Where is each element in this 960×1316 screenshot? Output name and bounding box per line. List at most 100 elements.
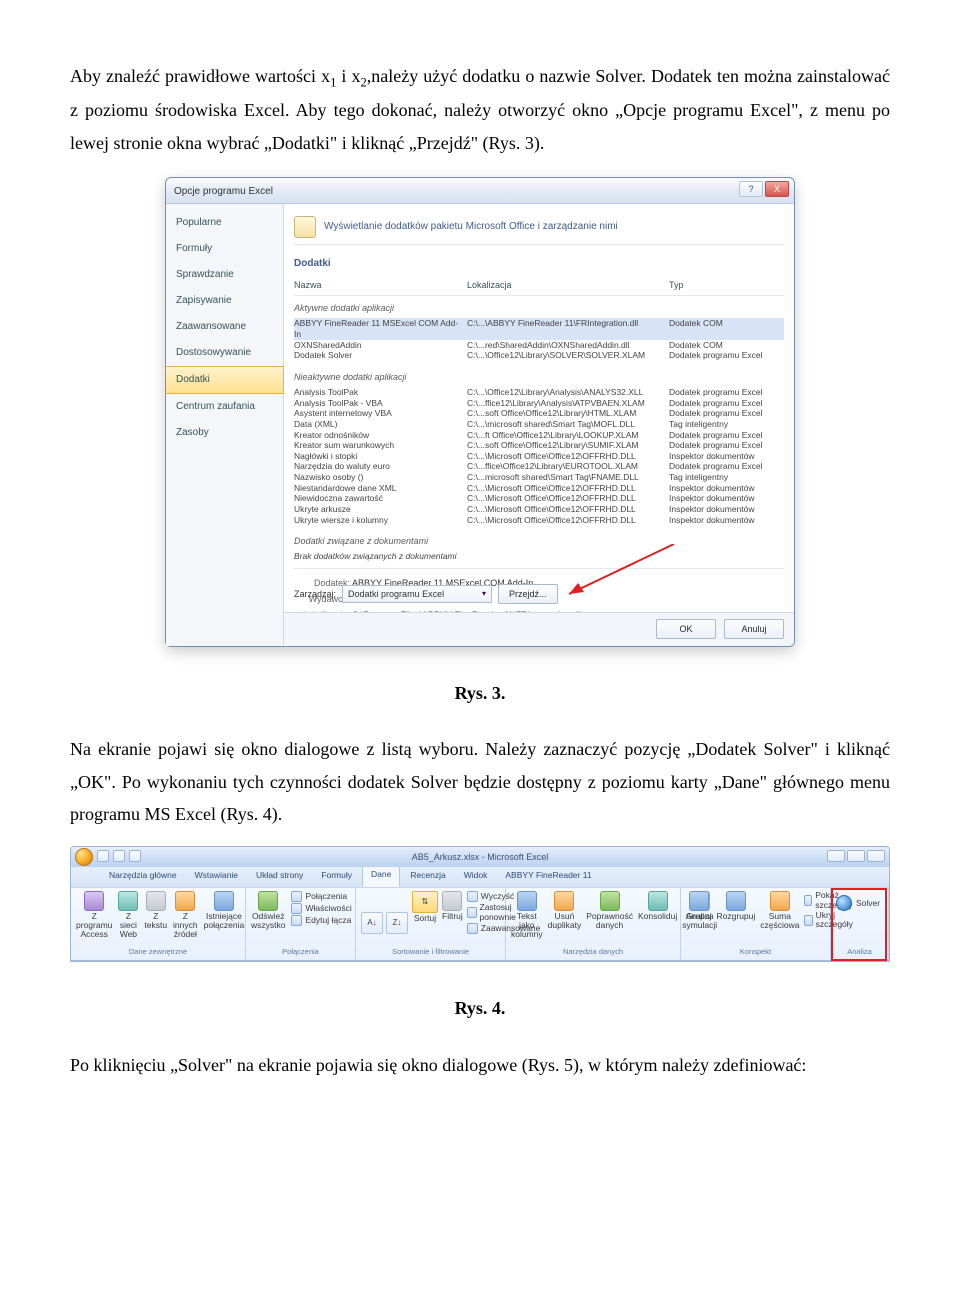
table-row[interactable]: Analysis ToolPakC:\...\Office12\Library\… [294,387,784,398]
cell: Dodatek COM [669,318,784,339]
sidebar-item[interactable]: Zaawansowane [166,314,283,340]
cell: Inspektor dokumentów [669,515,784,526]
btn-properties[interactable]: Właściwości [291,903,351,914]
cell: C:\...\ABBYY FineReader 11\FRIntegration… [467,318,661,339]
cell: Dodatek COM [669,340,784,351]
cell: Inspektor dokumentów [669,483,784,494]
btn-edit-links[interactable]: Edytuj łącza [291,915,351,926]
btn-sort-desc[interactable]: Z↓ [386,912,408,934]
btn-validation[interactable]: Poprawność danych [586,891,633,939]
tab[interactable]: ABBYY FineReader 11 [497,865,599,887]
tab[interactable]: Widok [456,865,496,887]
go-button[interactable]: Przejdź... [498,584,558,604]
table-row[interactable]: ABBYY FineReader 11 MSExcel COM Add-In C… [294,318,784,339]
text: i x [336,66,360,86]
btn-remove-dupes[interactable]: Usuń duplikaty [548,891,582,939]
sidebar-item-dodatki[interactable]: Dodatki [166,366,284,394]
figure-caption-4: Rys. 4. [70,992,890,1024]
tab[interactable]: Układ strony [248,865,311,887]
sidebar-item[interactable]: Centrum zaufania [166,394,283,420]
sidebar-item[interactable]: Dostosowywanie [166,340,283,366]
sidebar-item[interactable]: Sprawdzanie [166,262,283,288]
col-name[interactable]: Nazwa [294,277,459,293]
sidebar-item[interactable]: Popularne [166,210,283,236]
cell: Kreator sum warunkowych [294,440,459,451]
btn-connections[interactable]: Połączenia [291,891,351,902]
table-row[interactable]: Kreator sum warunkowych C:\...soft Office… [294,440,784,451]
btn-from-text[interactable]: Z tekstu [144,891,167,939]
excel-ribbon: AB5_Arkusz.xlsx - Microsoft Excel Narzęd… [70,846,890,962]
office-orb-icon[interactable] [75,848,93,866]
btn-existing-conn[interactable]: Istniejące połączenia [204,891,245,939]
sidebar-item[interactable]: Zapisywanie [166,288,283,314]
manage-combo[interactable]: Dodatki programu Excel ▾ [342,585,492,603]
tab[interactable]: Formuły [313,865,360,887]
btn-consolidate[interactable]: Konsoliduj [638,891,677,939]
red-highlight-box [831,888,887,961]
table-row[interactable]: Ukryte wiersze i kolumnyC:\...\Microsoft… [294,515,784,526]
btn-sort[interactable]: ⇅Sortuj [412,891,438,934]
btn-refresh-all[interactable]: Odśwież wszystko [251,891,285,930]
close-icon[interactable]: X [765,181,789,197]
table-row[interactable]: Asystent internetowy VBAC:\...soft Offic… [294,408,784,419]
table-row[interactable]: Data (XML)C:\...\microsoft shared\Smart … [294,419,784,430]
col-location[interactable]: Lokalizacja [467,277,661,293]
btn-subtotal[interactable]: Suma częściowa [760,891,799,930]
dialog-content: Wyświetlanie dodatków pakietu Microsoft … [284,204,794,646]
workbook-title: AB5_Arkusz.xlsx - Microsoft Excel [412,849,549,865]
group-analysis: Solver Analiza [831,888,889,960]
table-row[interactable]: Nagłówki i stopkiC:\...\Microsoft Office… [294,451,784,462]
intro-paragraph-3: Po kliknięciu „Solver" na ekranie pojawi… [70,1049,890,1081]
sidebar-item[interactable]: Zasoby [166,420,283,446]
btn-filter[interactable]: Filtruj [442,891,463,934]
table-row[interactable]: Kreator odnośnikówC:\...ft Office\Office… [294,430,784,441]
table-row[interactable]: Narzędzia do waluty euroC:\...ffice\Offi… [294,461,784,472]
tab[interactable]: Wstawianie [187,865,246,887]
table-row[interactable]: OXNSharedAddin C:\...red\SharedAddin\OXN… [294,340,784,351]
figure-caption-3: Rys. 3. [70,677,890,709]
cell: OXNSharedAddin [294,340,459,351]
sidebar-item[interactable]: Formuły [166,236,283,262]
table-row[interactable]: Niestandardowe dane XML C:\...\Microsoft … [294,483,784,494]
cell: Tag inteligentny [669,472,784,483]
cell: C:\...soft Office\Office12\Library\SUMIF… [467,440,661,451]
help-icon[interactable]: ? [739,181,763,197]
btn-text-to-cols[interactable]: Tekst jako kolumny [511,891,543,939]
cell: C:\...ft Office\Office12\Library\LOOKUP.… [467,430,661,441]
cell: Analysis ToolPak [294,387,459,398]
table-row[interactable]: Analysis ToolPak - VBAC:\...ffice12\Libr… [294,398,784,409]
window-controls[interactable] [827,850,885,862]
btn-ungroup[interactable]: Rozgrupuj [717,891,756,930]
dialog-footer: OK Anuluj [284,612,794,646]
cell: C:\...\Microsoft Office\Office12\OFFRHD.… [467,493,661,504]
cell: Asystent internetowy VBA [294,408,459,419]
group-label: Sortowanie i filtrowanie [361,944,500,959]
cell: Dodatek programu Excel [669,398,784,409]
group-external-data: Z programu Access Z sieci Web Z tekstu Z… [71,888,246,960]
manage-row: Zarządzaj: Dodatki programu Excel ▾ Prze… [294,584,784,604]
btn-from-other[interactable]: Z innych źródeł [173,891,198,939]
btn-from-web[interactable]: Z sieci Web [118,891,138,939]
quick-access-toolbar[interactable] [97,850,141,862]
addins-subheading: Dodatki [294,255,784,273]
table-row[interactable]: Dodatek Solver C:\...\Office12\Library\S… [294,350,784,361]
cell: Niestandardowe dane XML [294,483,459,494]
cell: Tag inteligentny [669,419,784,430]
cell: C:\...\Microsoft Office\Office12\OFFRHD.… [467,483,661,494]
table-row[interactable]: Nazwisko osoby ()C:\...microsoft shared\… [294,472,784,483]
cell: C:\...red\SharedAddin\OXNSharedAddin.dll [467,340,661,351]
ok-button[interactable]: OK [656,619,716,639]
tab[interactable]: Recenzja [402,865,453,887]
cancel-button[interactable]: Anuluj [724,619,784,639]
table-row[interactable]: Niewidoczna zawartośćC:\...\Microsoft Of… [294,493,784,504]
manage-label: Zarządzaj: [294,586,336,602]
col-type[interactable]: Typ [669,277,784,293]
table-row-none: Brak dodatków związanych z dokumentami [294,551,784,562]
btn-from-access[interactable]: Z programu Access [76,891,112,939]
btn-group[interactable]: Grupuj [686,891,712,930]
manage-value: Dodatki programu Excel [348,586,444,602]
tab[interactable]: Narzędzia główne [101,865,185,887]
table-row[interactable]: Ukryte arkuszeC:\...\Microsoft Office\Of… [294,504,784,515]
btn-sort-asc[interactable]: A↓ [361,912,383,934]
cell: Dodatek Solver [294,350,459,361]
